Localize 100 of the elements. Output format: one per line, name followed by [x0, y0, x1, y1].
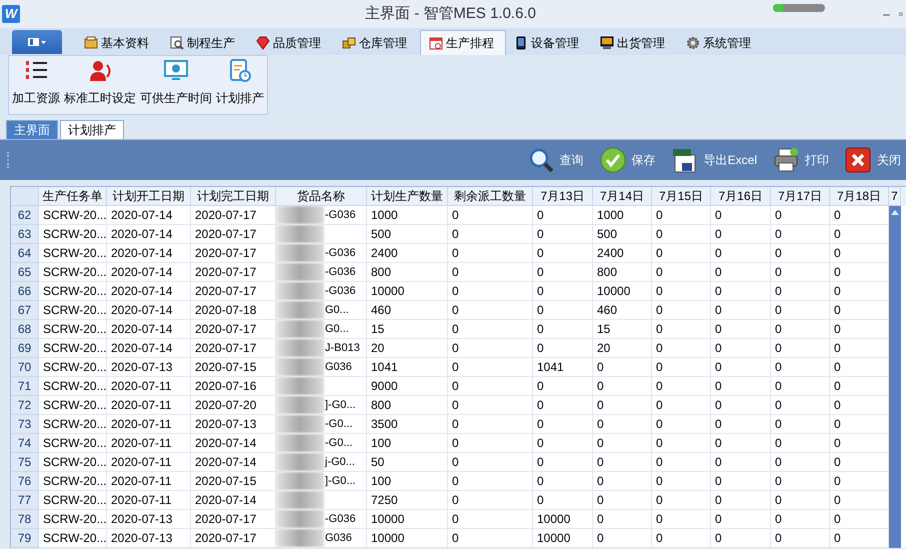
table-cell: SCRW-20...: [39, 510, 107, 529]
table-cell: 0: [652, 377, 711, 396]
row-number: 74: [11, 434, 39, 453]
table-cell: SCRW-20...: [39, 491, 107, 510]
book-icon: [84, 36, 98, 50]
table-cell: SCRW-20...: [39, 453, 107, 472]
column-header[interactable]: 7月14日: [593, 187, 652, 206]
table-cell: 2400: [367, 244, 448, 263]
row-number: 73: [11, 415, 39, 434]
table-cell: 2400: [593, 244, 652, 263]
menu-tab[interactable]: 制程生产: [162, 30, 248, 55]
menu-tab[interactable]: 仓库管理: [334, 30, 420, 55]
column-header[interactable]: 7月15日: [652, 187, 711, 206]
table-cell: 0: [652, 453, 711, 472]
column-header[interactable]: 生产任务单: [39, 187, 107, 206]
blurred-redaction: [276, 339, 324, 357]
table-cell: 0: [448, 339, 533, 358]
table-cell-text: j-G0...: [324, 455, 355, 470]
toolbar-button[interactable]: 导出Excel: [672, 147, 761, 173]
toolbar-button[interactable]: 打印: [773, 147, 833, 173]
table-cell: 0: [711, 206, 771, 225]
table-cell: 0: [533, 301, 593, 320]
table-cell-text: -G036: [324, 512, 356, 527]
column-header[interactable]: 7月16日: [711, 187, 771, 206]
toolbar-button[interactable]: 关闭: [845, 147, 905, 173]
table-cell: 800: [367, 263, 448, 282]
table-cell: 0: [652, 529, 711, 548]
calendar-icon: [429, 36, 443, 50]
table-cell: SCRW-20...: [39, 263, 107, 282]
row-number: 66: [11, 282, 39, 301]
table-cell-text: G036: [324, 360, 352, 375]
table-cell-text: -G036: [324, 265, 356, 280]
column-header[interactable]: 计划开工日期: [107, 187, 191, 206]
table-cell: 0: [711, 263, 771, 282]
table-cell: SCRW-20...: [39, 244, 107, 263]
window-title: 主界面 - 智管MES 1.0.6.0: [364, 4, 537, 24]
blurred-redaction: [276, 415, 324, 433]
table-cell: SCRW-20...: [39, 415, 107, 434]
row-number: 64: [11, 244, 39, 263]
column-header[interactable]: 计划生产数量: [367, 187, 448, 206]
table-cell-text: -G036: [324, 246, 356, 261]
monitor-icon: [164, 59, 188, 83]
menu-tab[interactable]: 设备管理: [506, 30, 592, 55]
table-cell: 2020-07-13: [107, 529, 191, 548]
close-icon: [845, 147, 871, 173]
menu-tab[interactable]: 系统管理: [678, 30, 764, 55]
table-cell: 0: [771, 396, 830, 415]
table-cell: 0: [533, 339, 593, 358]
menu-tab[interactable]: 基本资料: [76, 30, 162, 55]
table-cell: 7250: [367, 491, 448, 510]
column-header[interactable]: 7月13日: [533, 187, 593, 206]
toolbar-button[interactable]: 保存: [600, 147, 660, 173]
column-header[interactable]: 7月17日: [771, 187, 830, 206]
column-header[interactable]: 计划完工日期: [191, 187, 276, 206]
column-header[interactable]: 7月18日: [830, 187, 889, 206]
table-cell: 800: [367, 396, 448, 415]
menu-tab[interactable]: 出货管理: [592, 30, 678, 55]
table-cell: 0: [652, 396, 711, 415]
vertical-scrollbar[interactable]: [889, 206, 901, 548]
table-cell: 0: [711, 396, 771, 415]
toolbar-button[interactable]: 查询: [528, 147, 588, 173]
table-cell: 0: [533, 320, 593, 339]
table-cell: 0: [652, 472, 711, 491]
column-header[interactable]: 剩余派工数量: [448, 187, 533, 206]
blurred-redaction: [276, 206, 324, 224]
table-cell: 460: [593, 301, 652, 320]
table-cell: 10000: [367, 510, 448, 529]
ribbon-button[interactable]: 可供生产时间: [139, 59, 213, 107]
gem-icon: [256, 36, 270, 50]
table-cell: 2020-07-11: [107, 472, 191, 491]
table-cell: SCRW-20...: [39, 529, 107, 548]
table-cell: 0: [448, 206, 533, 225]
document-tab[interactable]: 主界面: [6, 120, 58, 139]
ribbon-button[interactable]: 计划排产: [215, 59, 265, 107]
search-icon: [528, 147, 554, 173]
table-cell: 3500: [367, 415, 448, 434]
ribbon-button[interactable]: 标准工时设定: [63, 59, 137, 107]
row-number: 65: [11, 263, 39, 282]
table-cell-text: -G0...: [324, 417, 353, 432]
row-number: 62: [11, 206, 39, 225]
minimize-button[interactable]: –: [881, 5, 892, 23]
table-cell: 0: [652, 491, 711, 510]
table-cell: 0: [771, 472, 830, 491]
table-cell: 0: [533, 263, 593, 282]
table-cell: 0: [448, 263, 533, 282]
table-cell: SCRW-20...: [39, 339, 107, 358]
table-cell: 2020-07-14: [107, 301, 191, 320]
menu-tab[interactable]: 生产排程: [420, 30, 506, 55]
table-cell: 2020-07-14: [107, 320, 191, 339]
table-cell: 10000: [593, 282, 652, 301]
document-tab[interactable]: 计划排产: [60, 120, 124, 139]
restore-button[interactable]: ▫: [898, 5, 904, 23]
menu-tab[interactable]: 品质管理: [248, 30, 334, 55]
table-cell: 2020-07-11: [107, 453, 191, 472]
blurred-redaction: [276, 225, 324, 243]
ribbon-button[interactable]: 加工资源: [11, 59, 61, 107]
blurred-redaction: [276, 510, 324, 528]
app-menu-button[interactable]: [12, 30, 62, 54]
table-cell: 0: [533, 491, 593, 510]
table-cell-text: G0...: [324, 303, 349, 318]
